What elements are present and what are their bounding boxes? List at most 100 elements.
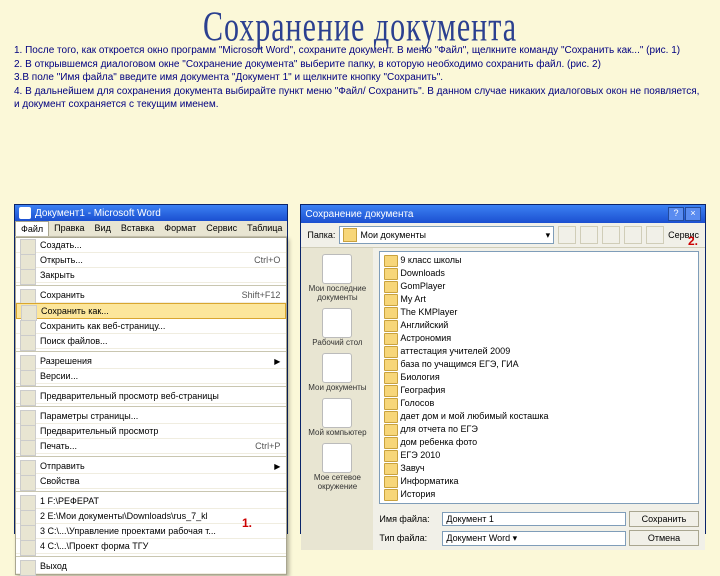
menu-item-label: Свойства (40, 476, 80, 486)
file-list[interactable]: 9 класс школыDownloadsGomPlayerMy ArtThe… (379, 251, 699, 504)
filename-input[interactable] (442, 512, 626, 526)
menu-item-icon (20, 540, 36, 556)
back-button[interactable] (558, 226, 576, 244)
file-item[interactable]: дом ребенка фото (382, 436, 696, 449)
menu-item[interactable]: Предварительный просмотр (16, 424, 286, 439)
menu-item[interactable]: СохранитьShift+F12 (16, 288, 286, 303)
cancel-button[interactable]: Отмена (629, 530, 699, 546)
folder-value: Мои документы (360, 230, 426, 240)
views-button[interactable] (646, 226, 664, 244)
menu-item[interactable]: 1 F:\РЕФЕРАТ (16, 494, 286, 509)
file-item[interactable]: база по учащимся ЕГЭ, ГИА (382, 358, 696, 371)
file-item[interactable]: Астрономия (382, 332, 696, 345)
menu-item[interactable]: Поиск файлов... (16, 334, 286, 349)
menu-item[interactable]: Закрыть (16, 268, 286, 283)
menu-item-label: Сохранить как... (41, 306, 109, 316)
place-icon (322, 353, 352, 383)
menu-item[interactable]: 4 C:\...\Проект форма ТГУ (16, 539, 286, 554)
place-item[interactable]: Мое сетевое окружение (301, 441, 373, 493)
menu-item[interactable]: Свойства (16, 474, 286, 489)
instruction-line: 3.В поле "Имя файла" введите имя докумен… (14, 71, 706, 85)
file-item[interactable]: География (382, 384, 696, 397)
place-label: Мой компьютер (308, 428, 366, 437)
delete-button[interactable] (602, 226, 620, 244)
menu-item-label: Поиск файлов... (40, 336, 108, 346)
menu-item-label: Создать... (40, 240, 82, 250)
place-label: Мои документы (308, 383, 366, 392)
word-titlebar: Документ1 - Microsoft Word (15, 205, 287, 221)
file-item[interactable]: My Art (382, 293, 696, 306)
place-item[interactable]: Мой компьютер (306, 396, 368, 439)
menu-item[interactable]: Сохранить как... (16, 303, 286, 319)
file-item[interactable]: для отчета по ЕГЭ (382, 423, 696, 436)
save-dialog: Сохранение документа ? × Папка: Мои доку… (300, 204, 706, 534)
place-label: Рабочий стол (312, 338, 362, 347)
menu-tools[interactable]: Сервис (201, 221, 242, 236)
file-item[interactable]: Завуч (382, 462, 696, 475)
file-item[interactable]: аттестация учителей 2009 (382, 345, 696, 358)
menu-item[interactable]: Версии... (16, 369, 286, 384)
menu-item-label: Сохранить (40, 290, 85, 300)
folder-label: Папка: (307, 230, 335, 240)
menu-item-label: Параметры страницы... (40, 411, 138, 421)
file-item[interactable]: 9 класс школы (382, 254, 696, 267)
menu-item-icon (20, 269, 36, 285)
menu-item-label: Версии... (40, 371, 78, 381)
menu-item-icon (20, 390, 36, 406)
file-item[interactable]: Downloads (382, 267, 696, 280)
file-item[interactable]: дает дом и мой любимый косташка (382, 410, 696, 423)
filetype-label: Тип файла: (379, 533, 439, 543)
word-menubar: Файл Правка Вид Вставка Формат Сервис Та… (15, 221, 287, 237)
file-item[interactable]: ЕГЭ 2010 (382, 449, 696, 462)
annotation-1: 1. (242, 516, 252, 530)
place-item[interactable]: Мои документы (306, 351, 368, 394)
file-item[interactable]: The KMPlayer (382, 306, 696, 319)
instruction-line: 4. В дальнейшем для сохранения документа… (14, 85, 706, 112)
menu-item[interactable]: Создать... (16, 238, 286, 253)
instructions: 1. После того, как откроется окно програ… (0, 44, 720, 112)
file-item[interactable]: Голосов (382, 397, 696, 410)
menu-item-icon (20, 440, 36, 456)
help-button[interactable]: ? (668, 207, 684, 221)
menu-item[interactable]: Выход (16, 559, 286, 574)
menu-item[interactable]: Открыть...Ctrl+O (16, 253, 286, 268)
menu-view[interactable]: Вид (90, 221, 116, 236)
menu-item-label: Разрешения (40, 356, 92, 366)
place-item[interactable]: Мои последние документы (301, 252, 373, 304)
window-controls: ? × (668, 207, 701, 221)
place-item[interactable]: Рабочий стол (310, 306, 364, 349)
menu-item[interactable]: Сохранить как веб-страницу... (16, 319, 286, 334)
word-window: Документ1 - Microsoft Word Файл Правка В… (14, 204, 288, 534)
folder-combo[interactable]: Мои документы ▾ (339, 226, 554, 244)
save-button[interactable]: Сохранить (629, 511, 699, 527)
file-item[interactable]: Информатика (382, 475, 696, 488)
menu-item-label: Печать... (40, 441, 77, 451)
menu-item[interactable]: Отправить▶ (16, 459, 286, 474)
close-button[interactable]: × (685, 207, 701, 221)
menu-item[interactable]: Предварительный просмотр веб-страницы (16, 389, 286, 404)
place-label: Мои последние документы (303, 284, 371, 302)
menu-format[interactable]: Формат (159, 221, 201, 236)
file-item[interactable]: Биология (382, 371, 696, 384)
up-button[interactable] (580, 226, 598, 244)
menu-item[interactable]: Параметры страницы... (16, 409, 286, 424)
menu-table[interactable]: Таблица (242, 221, 287, 236)
word-title: Документ1 - Microsoft Word (35, 208, 161, 219)
instruction-line: 2. В открывшемся диалоговом окне "Сохран… (14, 58, 706, 72)
place-icon (322, 254, 352, 284)
place-icon (322, 308, 352, 338)
menu-item[interactable]: Печать...Ctrl+P (16, 439, 286, 454)
menu-item-label: 4 C:\...\Проект форма ТГУ (40, 541, 148, 551)
menu-insert[interactable]: Вставка (116, 221, 159, 236)
word-icon (19, 207, 31, 219)
menu-item-label: Открыть... (40, 255, 83, 265)
file-item[interactable]: История (382, 488, 696, 501)
menu-file[interactable]: Файл (15, 221, 49, 236)
menu-item[interactable]: Разрешения▶ (16, 354, 286, 369)
file-item[interactable]: Английский (382, 319, 696, 332)
menu-edit[interactable]: Правка (49, 221, 89, 236)
menu-item-label: Закрыть (40, 270, 75, 280)
newfolder-button[interactable] (624, 226, 642, 244)
filetype-select[interactable]: Документ Word ▾ (442, 531, 626, 546)
file-item[interactable]: GomPlayer (382, 280, 696, 293)
